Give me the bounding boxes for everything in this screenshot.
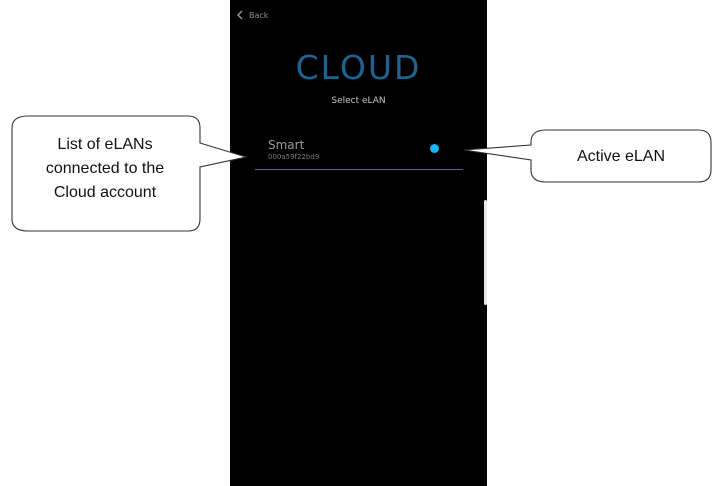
side-scroll-handle[interactable] xyxy=(484,200,487,305)
left-callout-line-1: List of eLANs xyxy=(57,136,153,153)
left-callout-line-3: Cloud account xyxy=(53,184,157,201)
left-callout-line-2: connected to the xyxy=(45,160,165,177)
left-callout-text: List of eLANs connected to the Cloud acc… xyxy=(12,133,198,205)
active-indicator-icon xyxy=(430,144,439,153)
elan-list-item[interactable]: Smart 000a59f22bd9 xyxy=(255,137,463,170)
chevron-left-icon xyxy=(237,10,243,20)
back-button[interactable]: Back xyxy=(236,10,268,20)
right-callout-text: Active eLAN xyxy=(576,148,666,165)
elan-name: Smart xyxy=(268,138,305,152)
back-label: Back xyxy=(249,10,269,20)
page-title: CLOUD xyxy=(295,48,422,87)
elan-id: 000a59f22bd9 xyxy=(268,153,320,161)
page-subtitle: Select eLAN xyxy=(331,96,386,106)
phone-screen: Back CLOUD Select eLAN Smart 000a59f22bd… xyxy=(230,0,487,486)
